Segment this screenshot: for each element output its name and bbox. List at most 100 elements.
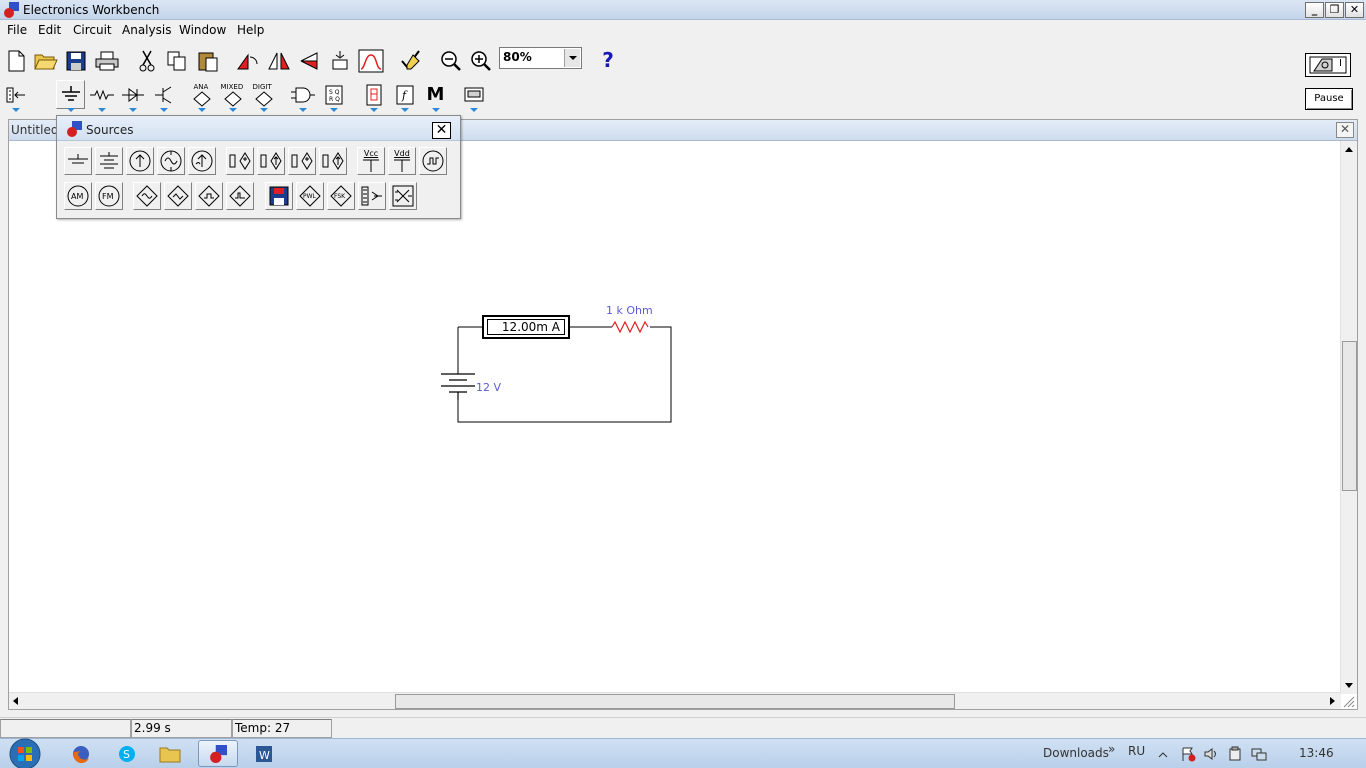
start-button-icon[interactable] [4,737,44,768]
menu-edit[interactable]: Edit [38,23,61,37]
sources-bin-button[interactable] [56,80,85,112]
new-file-button[interactable] [2,47,29,74]
flip-vertical-button[interactable] [295,47,322,74]
diode-icon [121,87,144,102]
clock-source[interactable] [419,147,447,175]
menu-help[interactable]: Help [237,23,264,37]
taskbar-word[interactable]: W [244,740,284,767]
digital-bin-button[interactable]: S QR Q [320,81,347,112]
diodes-bin-button[interactable] [119,81,146,112]
downloads-toolbar[interactable]: Downloads [1043,746,1109,760]
voltage-controlled-current-source[interactable] [257,147,285,175]
menu-circuit[interactable]: Circuit [73,23,112,37]
piecewise-linear-source[interactable] [265,182,293,210]
circuit-window-close-button[interactable]: ✕ [1336,122,1354,138]
ac-voltage-source[interactable] [157,147,185,175]
indicators-bin-button[interactable] [360,81,387,112]
zoom-select[interactable]: 80% [499,47,582,69]
sources-close-button[interactable]: ✕ [432,122,451,139]
horizontal-scroll-thumb[interactable] [395,694,955,709]
ground-source[interactable] [64,147,92,175]
controlled-one-shot[interactable] [226,182,254,210]
cut-button[interactable] [133,47,160,74]
pwl-source[interactable]: PWL [296,182,324,210]
scroll-right-icon[interactable] [1330,697,1335,705]
zoom-out-button[interactable] [437,47,464,74]
flip-horizontal-button[interactable] [265,47,292,74]
power-switch[interactable]: I [1305,53,1351,77]
scroll-up-icon[interactable] [1345,147,1353,152]
clock[interactable]: 13:46 [1299,746,1334,760]
voltage-controlled-square-oscillator[interactable] [195,182,223,210]
current-controlled-voltage-source[interactable] [288,147,316,175]
mixed-ics-bin-button[interactable]: MIXED [219,81,246,112]
taskbar-firefox[interactable] [61,740,101,767]
taskbar-explorer[interactable] [150,740,190,767]
horizontal-scrollbar[interactable] [9,692,1341,709]
save-button[interactable] [62,47,89,74]
maximize-button[interactable]: ❐ [1325,2,1344,18]
print-button[interactable] [93,47,120,74]
transistors-bin-button[interactable] [150,81,177,112]
nonlinear-source-icon [392,185,414,207]
menu-file[interactable]: File [7,23,27,37]
analog-ics-bin-button[interactable]: ANA [188,81,215,112]
toolbar-chevron[interactable]: » [1108,742,1115,756]
vertical-scrollbar[interactable] [1340,141,1357,694]
volume-icon[interactable] [1203,746,1219,762]
rotate-button[interactable] [234,47,261,74]
scroll-down-icon[interactable] [1345,683,1353,688]
menu-window[interactable]: Window [179,23,226,37]
graph-button[interactable] [357,47,384,74]
vcc-source[interactable]: Vcc [357,147,385,175]
voltage-controlled-sine-oscillator[interactable] [133,182,161,210]
usb-device-icon[interactable] [1227,746,1243,762]
favorites-bin-button[interactable] [2,81,29,112]
action-center-flag-icon[interactable] [1180,746,1196,762]
sources-palette: Sources ✕ Vcc Vdd AM FM PWL FSK [56,115,461,219]
component-properties-button[interactable] [397,47,424,74]
polynomial-source[interactable] [358,182,386,210]
resize-grip-icon[interactable] [1341,694,1355,708]
taskbar-skype[interactable]: S [107,740,147,767]
vcvs-icon [229,152,251,170]
battery-source[interactable] [95,147,123,175]
language-indicator[interactable]: RU [1128,744,1145,758]
voltage-controlled-voltage-source[interactable] [226,147,254,175]
chevron-down-icon[interactable] [564,49,580,67]
menu-analysis[interactable]: Analysis [122,23,171,37]
minimize-button[interactable]: _ [1305,2,1324,18]
pause-button[interactable]: Pause [1305,88,1353,110]
tray-show-hidden-icon[interactable] [1158,750,1168,760]
network-icon[interactable] [1251,746,1267,762]
paste-button[interactable] [194,47,221,74]
open-file-button[interactable] [32,47,59,74]
am-source[interactable]: AM [64,182,92,210]
zoom-in-button[interactable] [467,47,494,74]
logic-gates-bin-button[interactable] [289,81,316,112]
ammeter[interactable]: 12.00m A [482,315,570,339]
controls-bin-button[interactable]: f [391,81,418,112]
digital-ics-bin-button[interactable]: DIGIT [250,81,277,112]
power-switch-icon [1309,56,1347,74]
voltage-controlled-triangle-oscillator[interactable] [164,182,192,210]
taskbar-electronics-workbench[interactable] [198,740,238,767]
miscellaneous-bin-button[interactable]: M [422,81,449,112]
vdd-source[interactable]: Vdd [388,147,416,175]
vertical-scroll-thumb[interactable] [1342,341,1357,491]
basic-bin-button[interactable] [88,81,115,112]
current-controlled-current-source[interactable] [319,147,347,175]
sources-palette-titlebar[interactable]: Sources ✕ [57,116,460,141]
dc-current-source[interactable] [126,147,154,175]
ac-current-source[interactable] [188,147,216,175]
subcircuit-button[interactable] [326,47,353,74]
scroll-left-icon[interactable] [13,697,18,705]
nonlinear-dependent-source[interactable] [389,182,417,210]
word-icon: W [256,745,272,762]
fsk-source[interactable]: FSK [327,182,355,210]
copy-button[interactable] [163,47,190,74]
instruments-bin-button[interactable] [460,81,487,112]
fm-source[interactable]: FM [95,182,123,210]
help-button[interactable]: ? [594,46,622,74]
close-button[interactable]: ✕ [1345,2,1364,18]
